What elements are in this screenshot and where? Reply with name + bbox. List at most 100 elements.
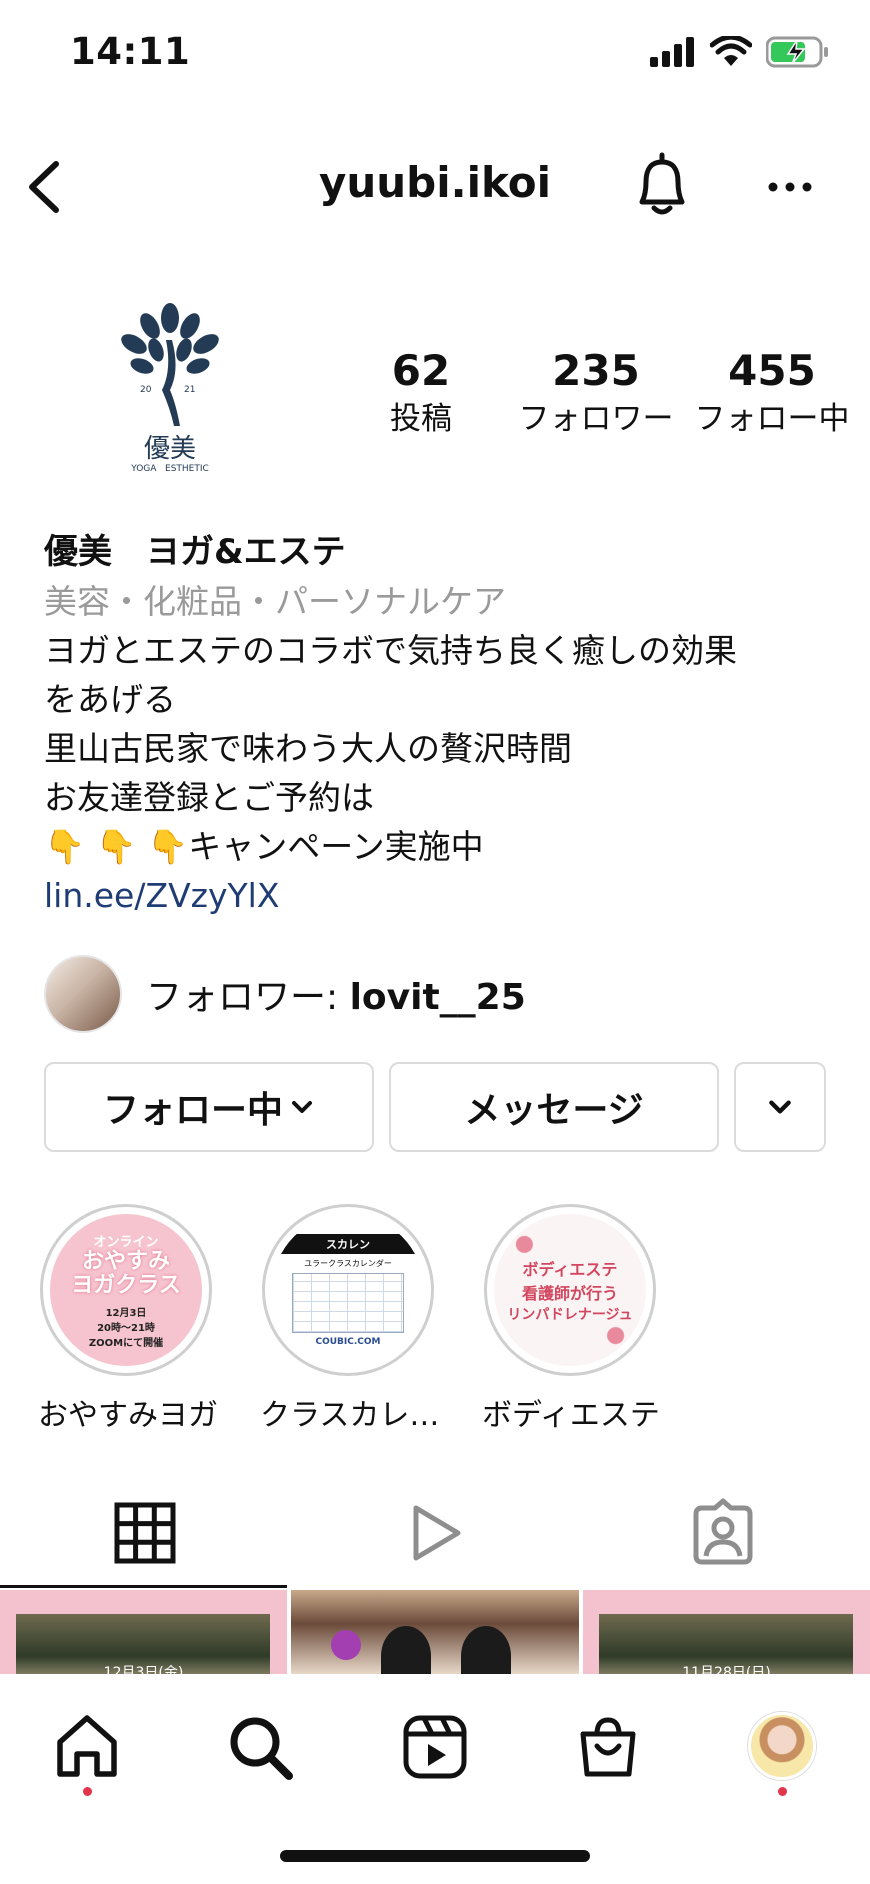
grid-icon <box>114 1502 176 1564</box>
post-image <box>381 1626 431 1674</box>
shopping-bag-icon <box>580 1717 636 1777</box>
chevron-down-icon <box>292 1101 312 1113</box>
logo-year-left: 20 <box>140 385 152 395</box>
profile-bio: 優美 ヨガ&エステ 美容・化粧品・パーソナルケア ヨガとエステのコラボで気持ち良… <box>44 528 834 920</box>
highlight-cover-line: 12月3日 <box>105 1308 147 1319</box>
chevron-down-icon <box>769 1100 791 1114</box>
bio-line-1: ヨガとエステのコラボで気持ち良く癒しの効果 <box>44 631 737 670</box>
post-thumbnail[interactable]: 11月28日(日) <box>583 1590 870 1674</box>
nav-home[interactable] <box>52 1712 122 1782</box>
highlight-cover-line: ユラークラスカレンダー <box>304 1258 392 1268</box>
followed-by-user: lovit__25 <box>349 977 526 1018</box>
status-time: 14:11 <box>70 30 191 73</box>
highlight-cover: スカレン ユラークラスカレンダー COUBIC.COM <box>272 1214 424 1366</box>
nav-profile[interactable] <box>748 1712 818 1782</box>
highlight-oyasumi-yoga[interactable]: オンライン おやすみ ヨガクラス 12月3日 20時〜21時 ZOOMにて開催 … <box>38 1204 218 1434</box>
tab-tagged[interactable] <box>688 1498 758 1568</box>
bio-line-2: をあげる <box>44 680 176 719</box>
following-button[interactable]: フォロー中 <box>44 1062 374 1152</box>
nav-shop[interactable] <box>573 1712 643 1782</box>
highlight-cover-line: スカレン <box>272 1233 424 1254</box>
highlight-ring: オンライン おやすみ ヨガクラス 12月3日 20時〜21時 ZOOMにて開催 <box>40 1204 212 1376</box>
bell-icon <box>639 152 685 215</box>
home-indicator <box>280 1850 590 1862</box>
calendar-grid <box>292 1272 404 1333</box>
more-horizontal-icon <box>768 182 812 192</box>
highlight-class-calendar[interactable]: スカレン ユラークラスカレンダー COUBIC.COM クラスカレ… <box>260 1204 440 1434</box>
highlight-cover-line: おやすみ <box>81 1249 170 1274</box>
follower-avatar <box>44 955 122 1033</box>
logo-subtext: YOGA ESTHETIC <box>131 464 209 474</box>
message-button[interactable]: メッセージ <box>389 1062 719 1152</box>
highlight-cover: オンライン おやすみ ヨガクラス 12月3日 20時〜21時 ZOOMにて開催 <box>50 1214 202 1366</box>
following-stat[interactable]: 455 フォロー中 <box>687 345 857 441</box>
profile-notification-dot <box>778 1787 787 1796</box>
profile-avatar-small <box>748 1712 816 1780</box>
bio-link[interactable]: lin.ee/ZVzyYlX <box>44 871 834 920</box>
battery-icon <box>766 36 828 68</box>
logo-year-right: 21 <box>184 385 195 395</box>
posts-label: 投稿 <box>390 401 452 437</box>
reels-icon <box>403 1715 467 1779</box>
tree-logo-icon: 20 21 <box>121 303 219 426</box>
posts-count: 62 <box>391 346 451 395</box>
home-notification-dot <box>83 1787 92 1796</box>
business-category: 美容・化粧品・パーソナルケア <box>44 582 506 621</box>
display-name: 優美 ヨガ&エステ <box>44 532 346 572</box>
highlight-body-esthe[interactable]: ボディエステ 看護師が行う リンパドレナージュ ボディエステ <box>482 1204 660 1434</box>
tagged-person-icon <box>693 1498 753 1565</box>
followed-by-prefix: フォロワー: <box>146 977 350 1018</box>
highlight-cover-line: ボディエステ <box>522 1260 618 1279</box>
followers-label: フォロワー <box>518 401 674 437</box>
followed-by[interactable]: フォロワー: lovit__25 <box>44 955 526 1033</box>
wifi-icon <box>710 36 752 66</box>
highlight-cover-line: 看護師が行う <box>521 1284 618 1303</box>
following-button-label: フォロー中 <box>102 1090 283 1131</box>
post-image <box>331 1630 361 1660</box>
message-button-label: メッセージ <box>464 1090 644 1131</box>
nav-search[interactable] <box>225 1712 295 1782</box>
post-caption: 12月3日(金) <box>103 1665 184 1674</box>
highlight-label: ボディエステ <box>482 1398 660 1433</box>
highlight-cover-line: リンパドレナージュ <box>507 1307 633 1323</box>
notifications-button[interactable] <box>632 150 692 220</box>
post-thumbnail[interactable] <box>291 1590 579 1674</box>
home-icon <box>57 1715 117 1777</box>
search-icon <box>230 1717 293 1780</box>
highlight-cover-line: ヨガクラス <box>71 1273 181 1298</box>
highlight-cover-line: ZOOMにて開催 <box>88 1338 164 1349</box>
highlight-label: おやすみヨガ <box>38 1398 218 1433</box>
followers-stat[interactable]: 235 フォロワー <box>511 345 681 441</box>
suggested-users-button[interactable] <box>734 1062 826 1152</box>
post-thumbnail[interactable]: 12月3日(金) <box>0 1590 287 1674</box>
followers-count: 235 <box>552 346 640 395</box>
highlight-cover-line: オンライン <box>93 1235 159 1250</box>
tab-reels[interactable] <box>400 1498 470 1568</box>
campaign-text: キャンペーン実施中 <box>188 827 484 866</box>
play-icon <box>413 1505 461 1561</box>
profile-avatar[interactable]: 20 21 優美 YOGA ESTHETIC <box>100 300 240 490</box>
bio-line-4: お友達登録とご予約は <box>44 778 374 817</box>
highlight-label: クラスカレ… <box>260 1398 440 1433</box>
following-label: フォロー中 <box>694 401 850 437</box>
bio-line-5: 👇 👇 👇キャンペーン実施中 <box>44 822 834 871</box>
status-icons <box>650 36 830 68</box>
profile-username: yuubi.ikoi <box>318 158 552 207</box>
highlight-cover: ボディエステ 看護師が行う リンパドレナージュ <box>494 1214 646 1366</box>
highlight-cover-line: COUBIC.COM <box>315 1336 381 1347</box>
posts-stat[interactable]: 62 投稿 <box>336 345 506 441</box>
highlight-ring: ボディエステ 看護師が行う リンパドレナージュ <box>484 1204 656 1376</box>
post-image <box>461 1626 511 1674</box>
active-tab-indicator <box>0 1585 287 1588</box>
highlight-ring: スカレン ユラークラスカレンダー COUBIC.COM <box>262 1204 434 1376</box>
signal-icon <box>650 37 694 67</box>
tab-posts-grid[interactable] <box>110 1498 180 1568</box>
more-options-button[interactable] <box>765 172 815 202</box>
following-count: 455 <box>728 346 816 395</box>
post-caption: 11月28日(日) <box>682 1665 771 1674</box>
logo-text: 優美 <box>143 434 196 464</box>
pointing-down-emoji: 👇 👇 👇 <box>44 827 189 866</box>
highlight-cover-line: 20時〜21時 <box>97 1323 155 1334</box>
bio-line-3: 里山古民家で味わう大人の贅沢時間 <box>44 729 572 768</box>
nav-reels[interactable] <box>400 1712 470 1782</box>
